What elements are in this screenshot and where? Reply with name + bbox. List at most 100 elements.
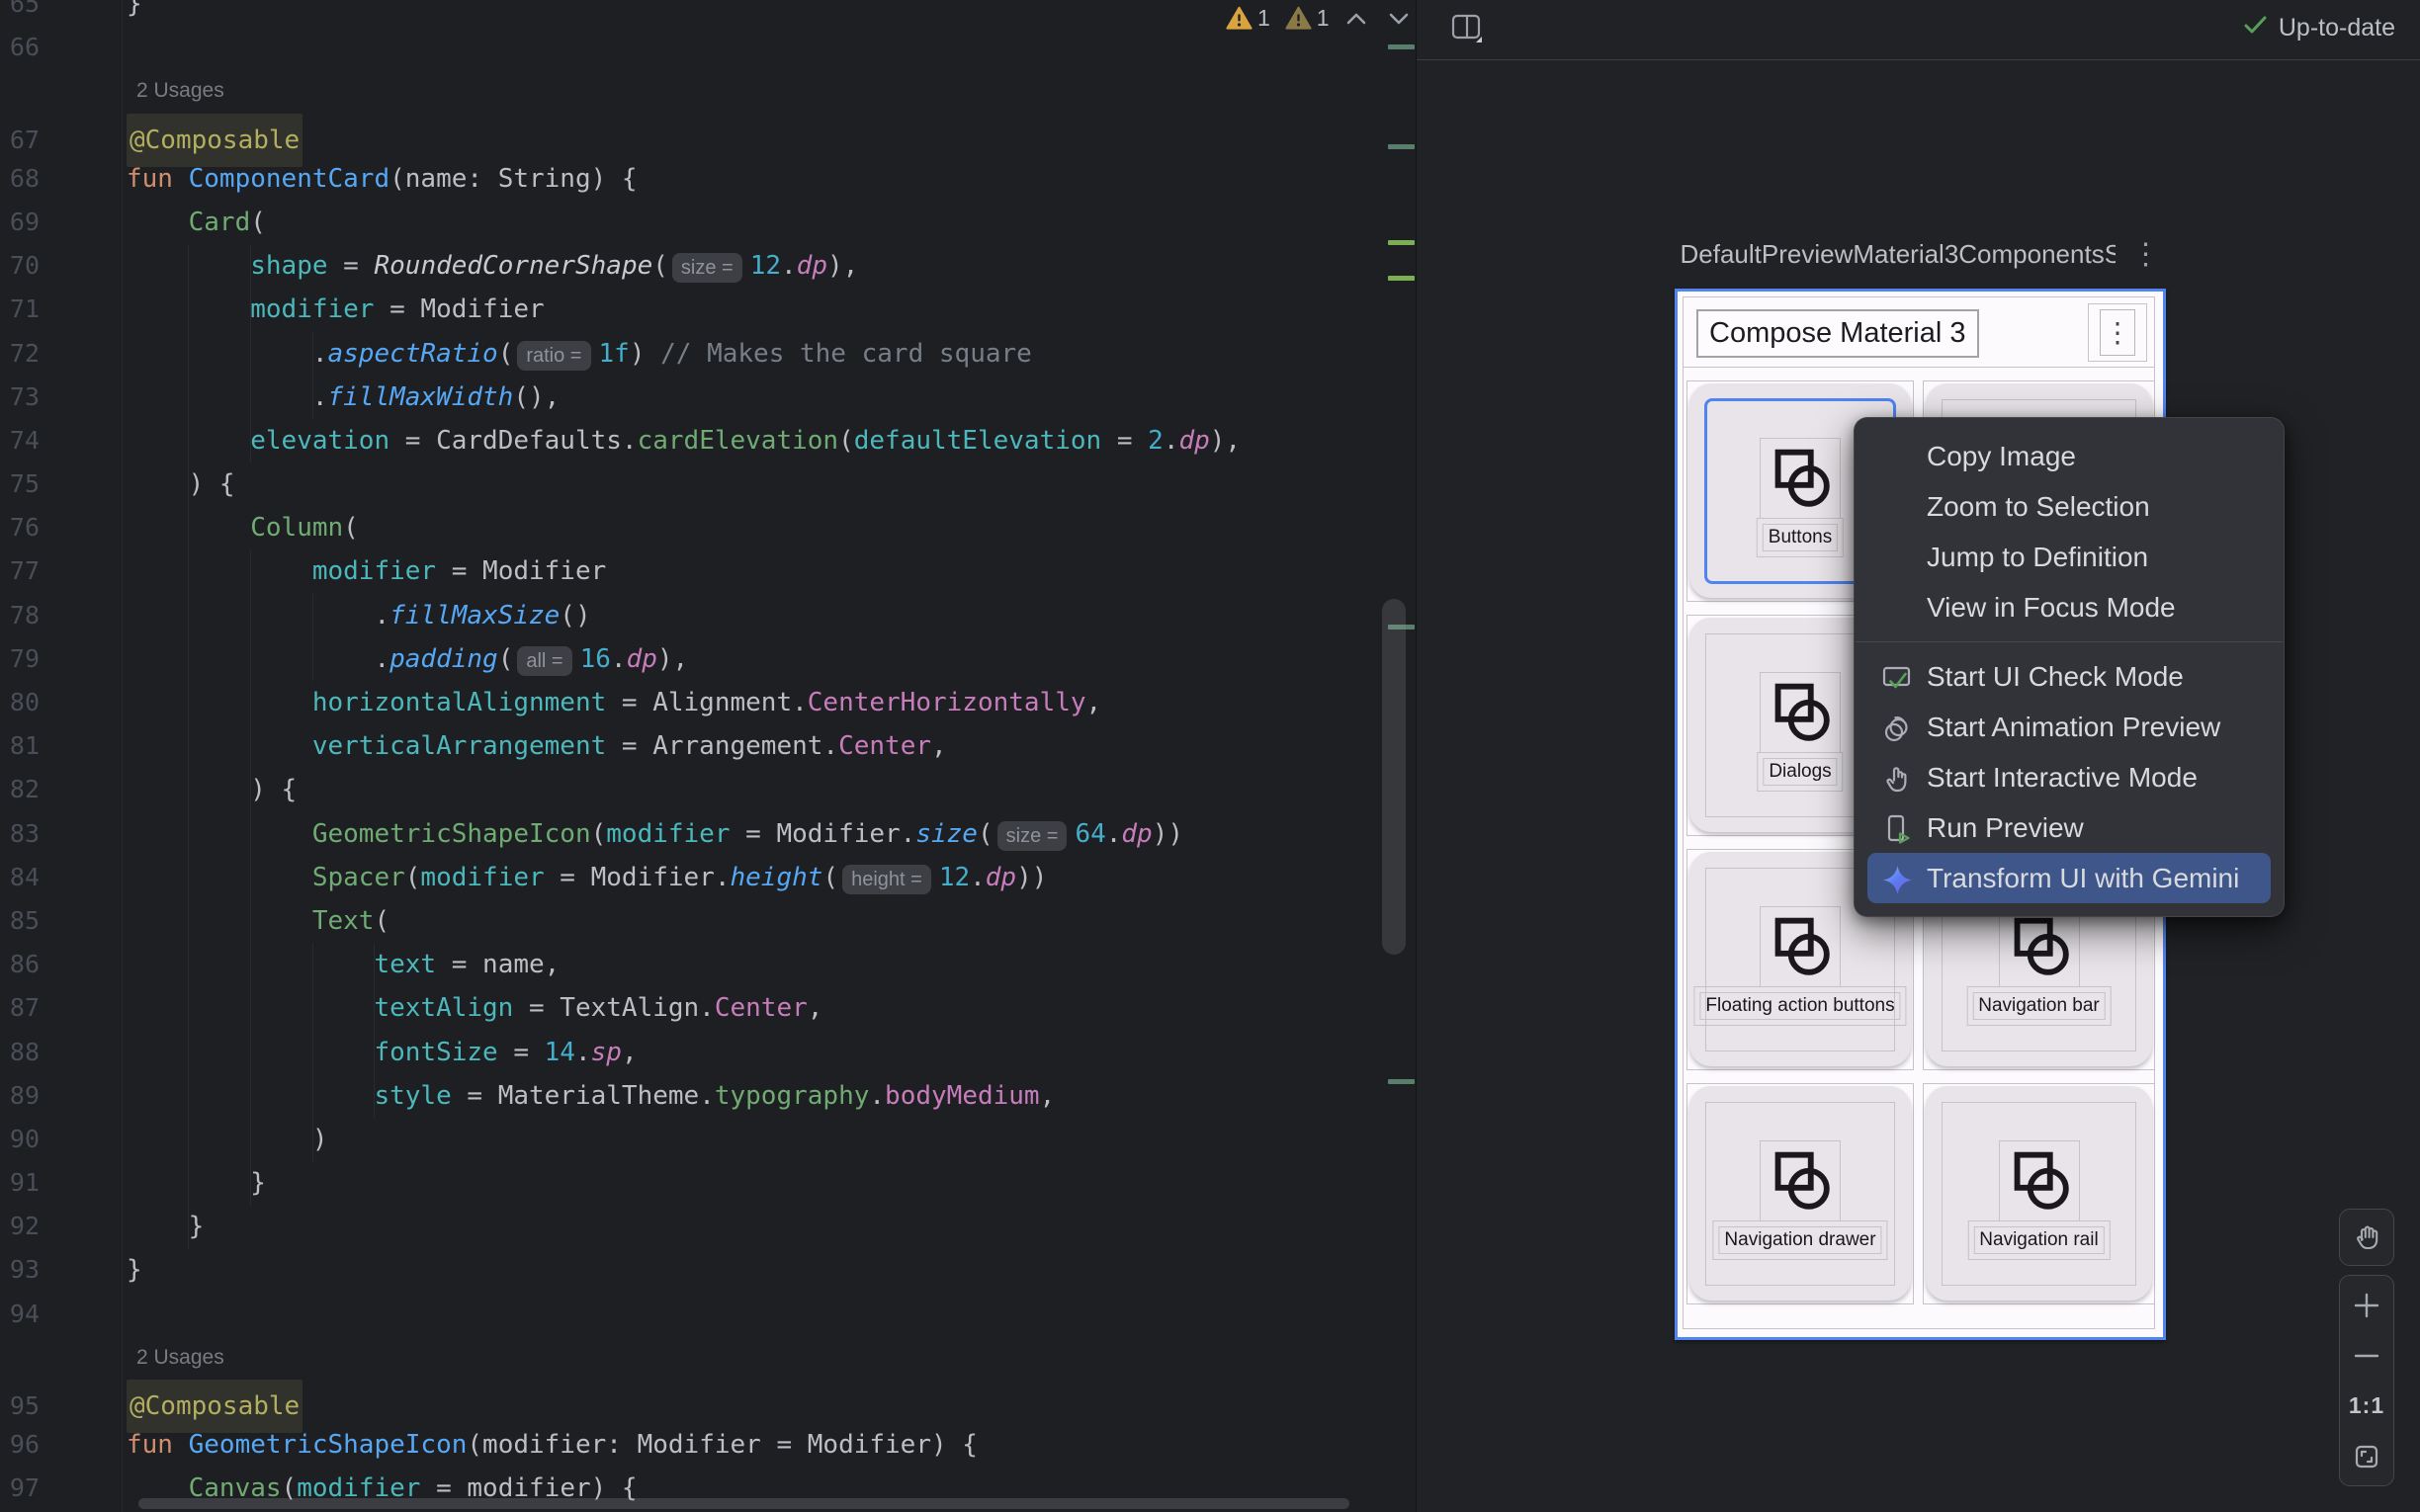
- usages-hint[interactable]: 2 Usages: [136, 69, 224, 113]
- menu-item-label: Run Preview: [1927, 812, 2084, 843]
- line-number: 82: [0, 768, 127, 811]
- code-token: [127, 244, 250, 288]
- inspections-widget[interactable]: 1 1: [1226, 5, 1411, 32]
- code-token: RoundedCornerShape: [374, 244, 652, 288]
- stripe-mark[interactable]: [1388, 44, 1415, 49]
- line-number: 83: [0, 812, 127, 856]
- zoom-out-button[interactable]: [2344, 1332, 2389, 1380]
- code-line: 66: [0, 26, 1416, 69]
- warning-weak-icon: [1285, 6, 1312, 31]
- code-area[interactable]: 65}662 Usages67@Composable68fun Componen…: [0, 0, 1416, 1511]
- zoom-actual-size-button[interactable]: 1:1: [2344, 1383, 2389, 1430]
- parameter-hint-pill: ratio =: [517, 341, 590, 371]
- line-number: 71: [0, 288, 127, 331]
- code-token: fun: [127, 157, 173, 201]
- horizontal-scrollbar[interactable]: [138, 1498, 1349, 1509]
- usages-hint[interactable]: 2 Usages: [136, 1336, 224, 1380]
- code-token: fillMaxWidth: [328, 376, 514, 419]
- preview-card-navigation-drawer[interactable]: Navigation drawer: [1686, 1083, 1914, 1304]
- line-number: 91: [0, 1161, 127, 1205]
- editor-layout-button[interactable]: [1446, 8, 1486, 47]
- preview-options-icon[interactable]: ⋮: [2131, 240, 2161, 270]
- interactive-mode-icon: [1881, 761, 1914, 794]
- code-token: .: [1164, 419, 1179, 462]
- card-label: Buttons: [1763, 524, 1838, 551]
- line-number: 69: [0, 201, 127, 244]
- code-line: 83 GeometricShapeIcon(modifier = Modifie…: [0, 812, 1416, 856]
- card-label-box: Navigation bar: [1966, 986, 2112, 1026]
- code-token: [127, 201, 189, 244]
- vertical-scrollbar[interactable]: [1382, 599, 1406, 955]
- geometric-shape-icon: [1760, 438, 1841, 519]
- card-label-box: Floating action buttons: [1693, 986, 1906, 1026]
- code-token: horizontalAlignment: [312, 681, 606, 724]
- menu-item-copy-image[interactable]: Copy Image: [1855, 431, 2284, 481]
- code-token: (),: [513, 376, 560, 419]
- parameter-hint-pill: height =: [842, 865, 931, 894]
- code-token: (: [498, 332, 514, 376]
- split-view-icon: [1448, 10, 1484, 45]
- menu-item-view-in-focus-mode[interactable]: View in Focus Mode: [1855, 582, 2284, 632]
- code-token: = Modifier: [374, 288, 544, 331]
- line-number: 94: [0, 1293, 127, 1336]
- code-editor[interactable]: 65}662 Usages67@Composable68fun Componen…: [0, 0, 1416, 1512]
- menu-item-label: Start Interactive Mode: [1927, 762, 2198, 793]
- stripe-mark[interactable]: [1388, 144, 1415, 149]
- code-token: // Makes the card square: [660, 332, 1032, 376]
- stripe-mark[interactable]: [1388, 1079, 1415, 1084]
- code-token: [127, 812, 312, 856]
- preview-card-navigation-rail[interactable]: Navigation rail: [1923, 1083, 2155, 1304]
- code-token: sp: [591, 1031, 622, 1074]
- prev-problem-button[interactable]: [1344, 11, 1368, 27]
- code-token: bodyMedium: [885, 1074, 1040, 1118]
- menu-item-transform-ui-with-gemini[interactable]: Transform UI with Gemini: [1867, 853, 2271, 903]
- code-token: = MaterialTheme.: [452, 1074, 715, 1118]
- code-token: padding: [389, 637, 498, 681]
- menu-item-jump-to-definition[interactable]: Jump to Definition: [1855, 532, 2284, 582]
- code-token: .: [127, 594, 389, 637]
- next-problem-button[interactable]: [1387, 11, 1411, 27]
- vcs-added-mark[interactable]: [1388, 240, 1415, 245]
- code-line: 87 textAlign = TextAlign.Center,: [0, 986, 1416, 1030]
- code-token: (: [838, 419, 854, 462]
- menu-item-start-animation-preview[interactable]: Start Animation Preview: [1855, 702, 2284, 752]
- code-line: 88 fontSize = 14.sp,: [0, 1031, 1416, 1074]
- zoom-in-button[interactable]: [2344, 1282, 2389, 1329]
- code-token: dp: [986, 856, 1016, 899]
- code-token: =: [498, 1031, 545, 1074]
- code-token: (: [343, 506, 359, 549]
- code-line: 93}: [0, 1248, 1416, 1292]
- code-line: 94: [0, 1293, 1416, 1336]
- hand-icon: [2351, 1221, 2382, 1253]
- code-token: Card: [189, 201, 251, 244]
- code-token: style: [374, 1074, 451, 1118]
- line-number: 79: [0, 637, 127, 681]
- menu-item-label: Zoom to Selection: [1927, 491, 2150, 522]
- menu-item-run-preview[interactable]: Run Preview: [1855, 802, 2284, 853]
- line-number: 68: [0, 157, 127, 201]
- vcs-added-mark[interactable]: [1388, 276, 1415, 281]
- code-line: 65}: [0, 0, 1416, 26]
- code-token: modifier: [312, 549, 436, 593]
- menu-item-start-ui-check-mode[interactable]: Start UI Check Mode: [1855, 651, 2284, 702]
- fit-screen-icon: [2351, 1441, 2382, 1472]
- menu-item-start-interactive-mode[interactable]: Start Interactive Mode: [1855, 752, 2284, 802]
- code-token: .: [575, 1031, 591, 1074]
- code-line: 89 style = MaterialTheme.typography.body…: [0, 1074, 1416, 1118]
- code-token: ,: [808, 986, 823, 1030]
- usages-inlay-row: 2 Usages: [0, 1336, 1416, 1380]
- zoom-to-fit-button[interactable]: [2344, 1433, 2389, 1480]
- code-token: [127, 986, 374, 1030]
- gemini-icon: [1881, 862, 1914, 894]
- code-line: 76 Column(: [0, 506, 1416, 549]
- line-number: 65: [0, 0, 127, 26]
- code-token: height: [731, 856, 823, 899]
- appbar-menu-box: ⋮: [2088, 303, 2147, 362]
- code-token: = Alignment.: [606, 681, 808, 724]
- code-token: .: [869, 1074, 885, 1118]
- line-number: 90: [0, 1118, 127, 1161]
- pan-tool-button[interactable]: [2344, 1214, 2389, 1261]
- menu-item-zoom-to-selection[interactable]: Zoom to Selection: [1855, 481, 2284, 532]
- card-label-box: Buttons: [1757, 518, 1844, 557]
- line-number: 89: [0, 1074, 127, 1118]
